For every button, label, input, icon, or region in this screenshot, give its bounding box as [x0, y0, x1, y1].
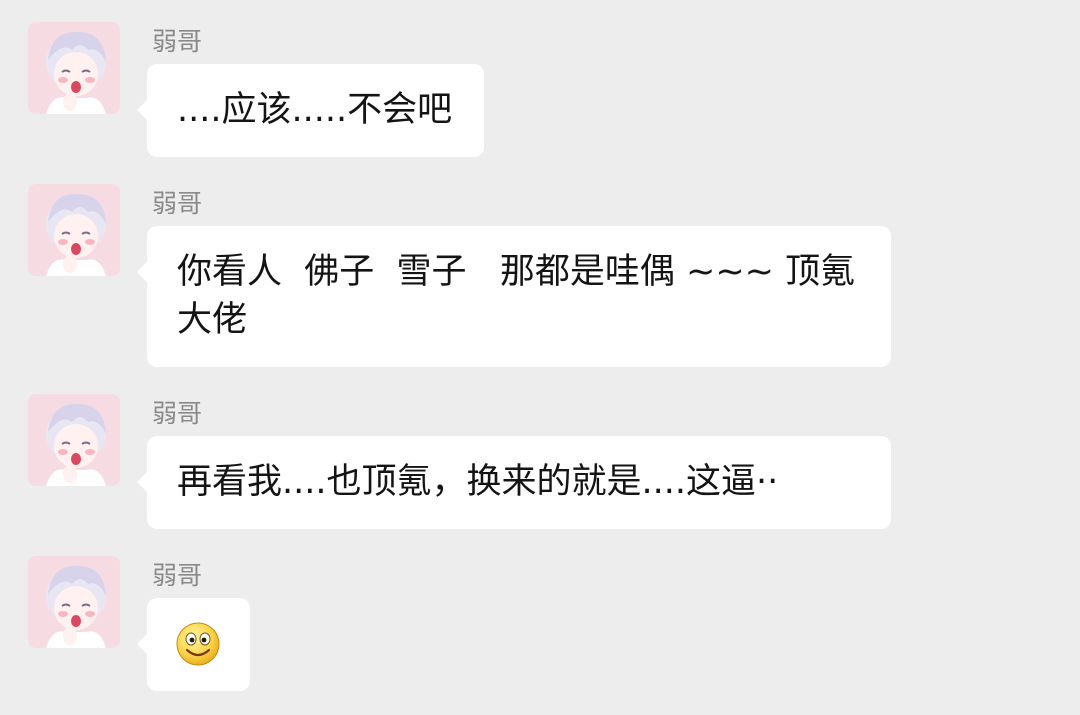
sender-name: 弱哥	[152, 27, 203, 56]
anime-avatar-icon	[28, 22, 120, 114]
message-bubble[interactable]	[137, 598, 250, 691]
sender-avatar[interactable]	[28, 184, 120, 276]
message-text: ....应该.....不会吧	[177, 90, 453, 130]
sender-avatar[interactable]	[28, 556, 120, 648]
sender-avatar[interactable]	[28, 22, 120, 114]
anime-avatar-icon	[28, 394, 120, 486]
message-text: 你看人 佛子 雪子 那都是哇偶 ~~~ 顶氪大佬	[177, 252, 856, 340]
sender-name: 弱哥	[152, 561, 203, 590]
anime-avatar-icon	[28, 184, 120, 276]
message-text: 再看我....也顶氪，换来的就是....这逼··	[177, 462, 779, 502]
sender-name: 弱哥	[152, 399, 203, 428]
message-bubble[interactable]: 你看人 佛子 雪子 那都是哇偶 ~~~ 顶氪大佬	[137, 226, 891, 367]
smiley-emoji-icon	[176, 622, 220, 666]
chat-message-list[interactable]: 弱哥 ....应该.....不会吧 弱哥 你看人 佛子 雪子 那都是哇偶 ~~~…	[0, 0, 1080, 715]
message-bubble[interactable]: 再看我....也顶氪，换来的就是....这逼··	[137, 436, 891, 529]
message-bubble[interactable]: ....应该.....不会吧	[137, 64, 484, 157]
anime-avatar-icon	[28, 556, 120, 648]
sender-name: 弱哥	[152, 189, 203, 218]
sender-avatar[interactable]	[28, 394, 120, 486]
